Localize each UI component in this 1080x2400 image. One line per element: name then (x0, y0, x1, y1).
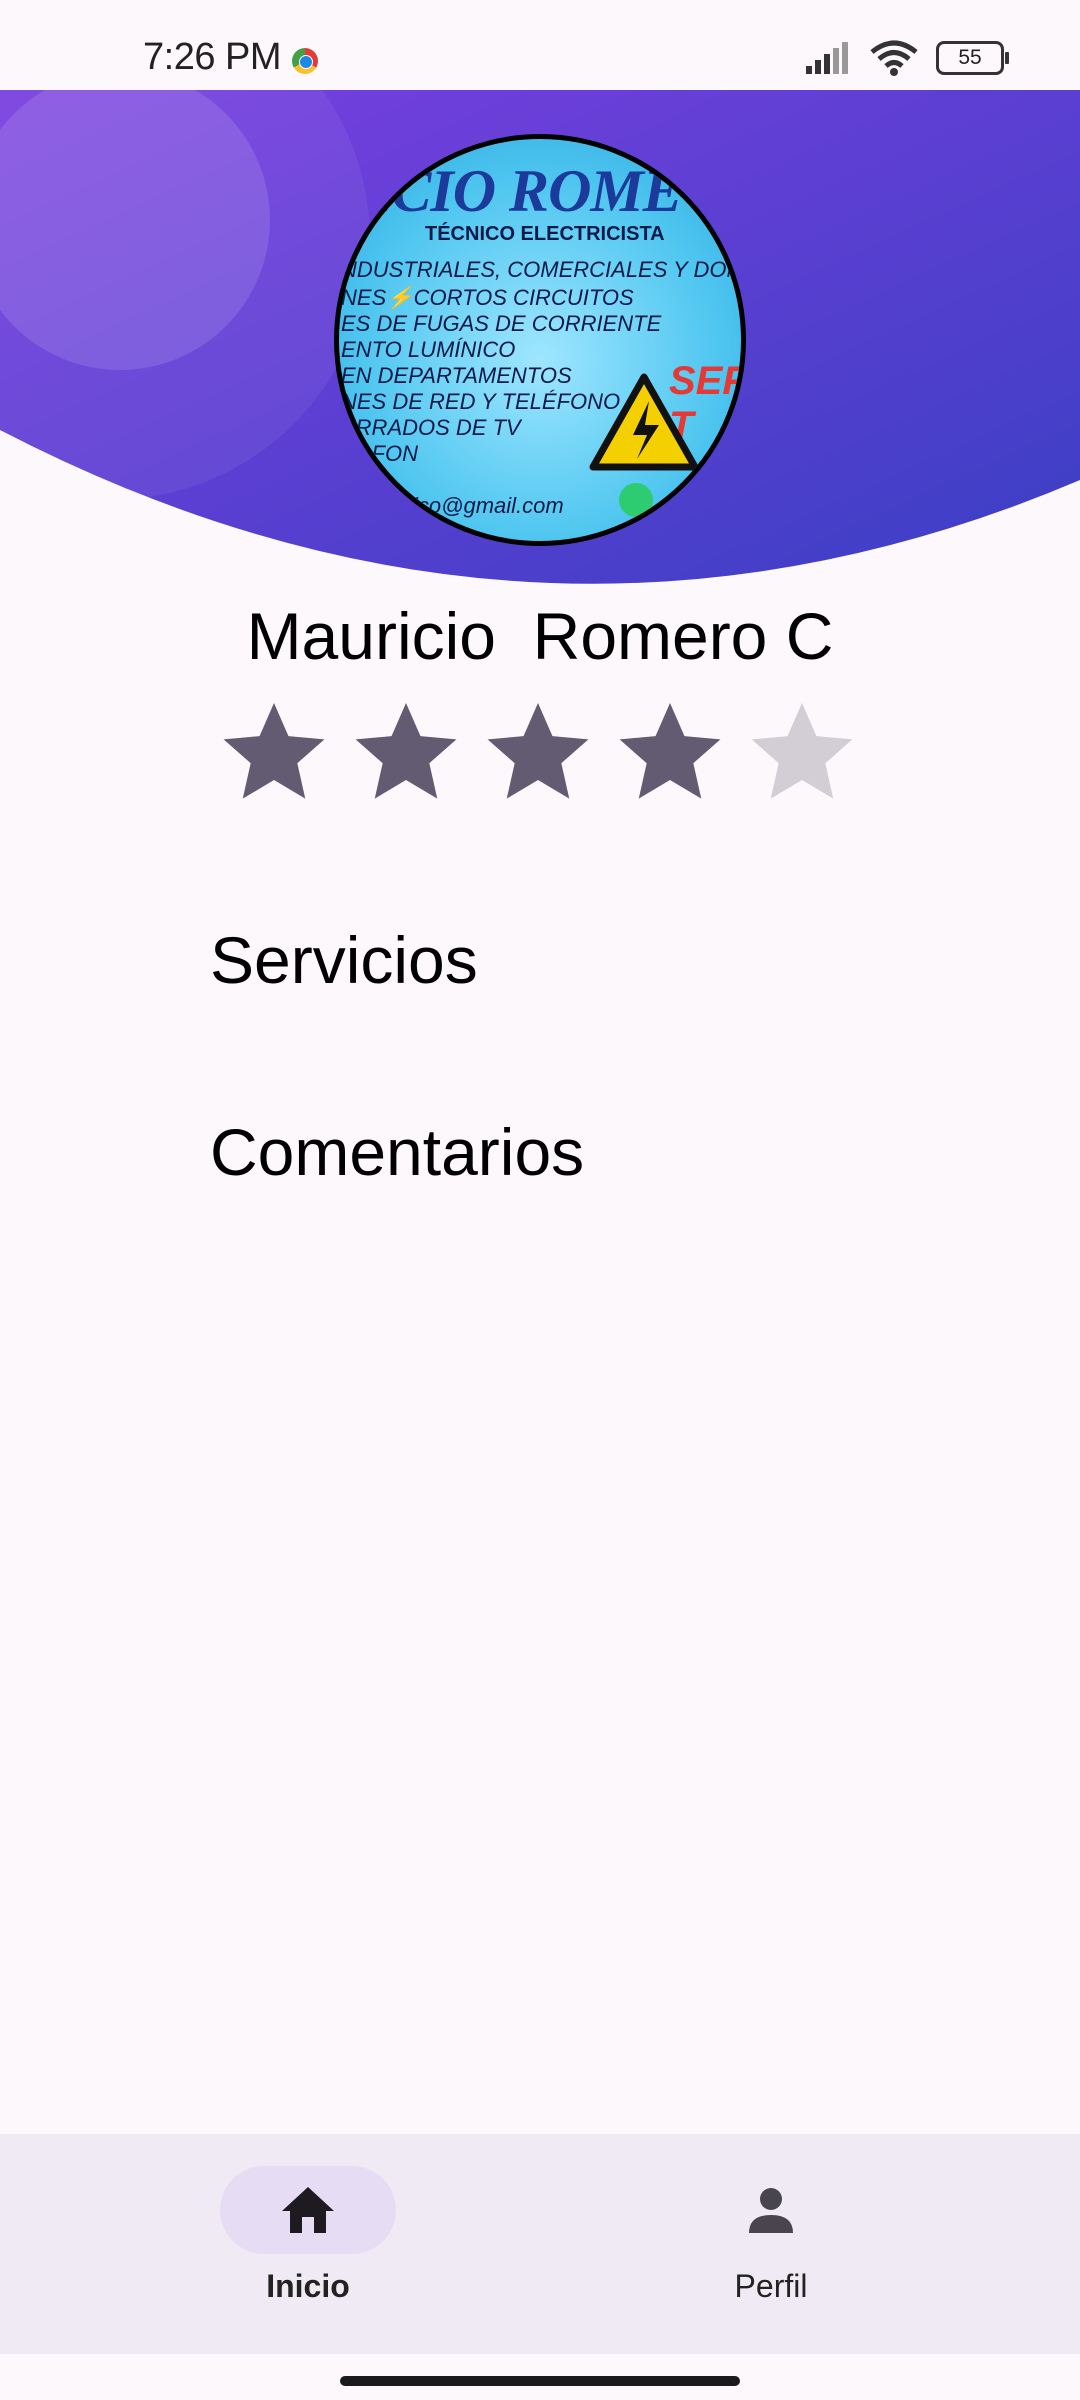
star-filled-icon[interactable] (614, 696, 726, 808)
signal-icon (806, 42, 848, 74)
nav-label-perfil: Perfil (734, 2268, 808, 2304)
star-empty-icon[interactable] (746, 696, 858, 808)
nav-item-inicio[interactable]: Inicio (158, 2166, 458, 2305)
wifi-icon (870, 40, 918, 76)
home-indicator[interactable] (340, 2376, 740, 2386)
card-line: ENTO LUMÍNICO (341, 337, 516, 362)
card-line: NDUSTRIALES, COMERCIALES Y DOMICILIARIAS (341, 257, 745, 282)
card-line: EN DEPARTAMENTOS (341, 363, 572, 388)
bottom-navigation-bar: Inicio Perfil (0, 2134, 1080, 2354)
services-heading[interactable]: Servicios (210, 922, 478, 998)
card-title: ICIO ROME (369, 158, 683, 224)
profile-name: Mauricio Romero C (246, 599, 834, 673)
person-icon (749, 2188, 793, 2233)
card-line: ERFON (341, 441, 418, 466)
star-filled-icon[interactable] (482, 696, 594, 808)
battery-icon: 55 (936, 41, 1009, 75)
card-subtitle: TÉCNICO ELECTRICISTA (425, 223, 665, 245)
nav-item-perfil[interactable]: Perfil (621, 2166, 921, 2305)
card-line: NES DE RED Y TELÉFONO (341, 389, 621, 414)
status-time: 7:26 PM (143, 36, 282, 78)
rating-stars (218, 696, 858, 808)
profile-avatar[interactable]: ICIO ROME TÉCNICO ELECTRICISTA NDUSTRIAL… (334, 134, 746, 546)
star-filled-icon[interactable] (218, 696, 330, 808)
card-line: ES DE FUGAS DE CORRIENTE (341, 311, 662, 336)
card-email: ico@gmail.com (413, 493, 564, 518)
chrome-notification-icon (292, 48, 318, 74)
nav-active-indicator (220, 2166, 396, 2254)
card-line: NES⚡CORTOS CIRCUITOS (341, 285, 634, 310)
comments-heading[interactable]: Comentarios (210, 1114, 584, 1190)
status-icons: 55 (806, 40, 1009, 76)
nav-icon-container (683, 2166, 859, 2254)
nav-label-inicio: Inicio (266, 2268, 350, 2304)
whatsapp-icon (619, 483, 653, 517)
card-line: ERRADOS DE TV (341, 415, 521, 440)
home-icon (282, 2187, 334, 2233)
status-bar: 7:26 PM 55 (0, 0, 1080, 90)
high-voltage-warning-icon (589, 373, 699, 471)
star-filled-icon[interactable] (350, 696, 462, 808)
